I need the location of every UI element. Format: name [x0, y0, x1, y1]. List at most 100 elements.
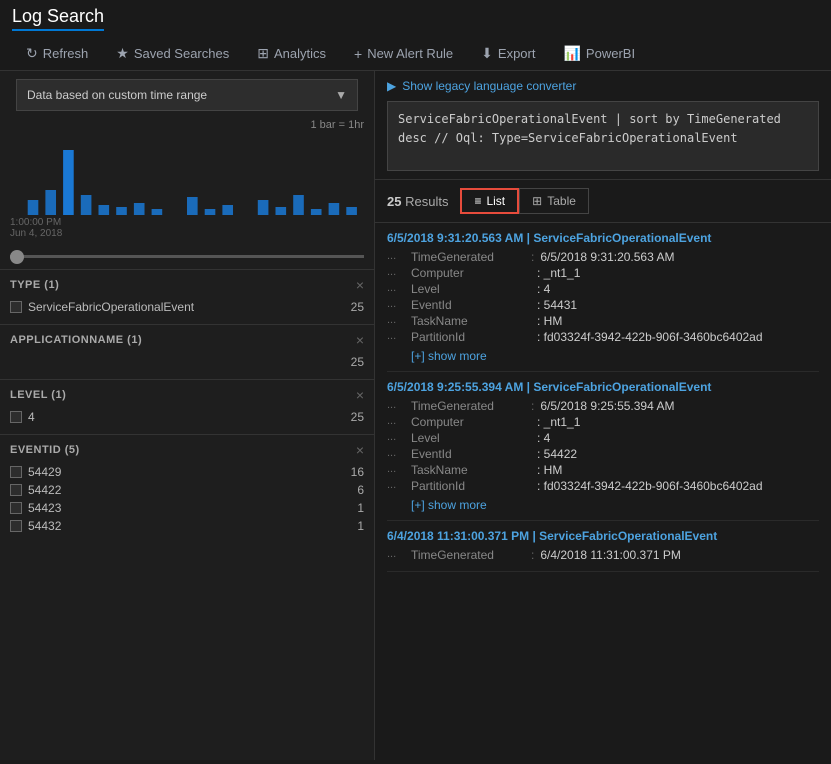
bar-chart [10, 135, 364, 215]
facet-header: EVENTID (5)× [10, 443, 364, 457]
field-value: : HM [537, 463, 562, 477]
field-expand-button[interactable]: ... [387, 415, 407, 427]
view-tabs: ≡ List ⊞ Table [460, 188, 588, 214]
refresh-icon: ↻ [26, 45, 38, 62]
result-item: 6/5/2018 9:25:55.394 AM | ServiceFabricO… [387, 372, 819, 521]
field-expand-button[interactable]: ... [387, 431, 407, 443]
facet-item-name: 54422 [28, 483, 61, 497]
result-field-row: ...Computer: _nt1_1 [387, 265, 819, 281]
export-button[interactable]: ⬇ Export [467, 37, 549, 70]
analytics-icon: ⊞ [257, 45, 269, 62]
table-icon: ⊞ [532, 194, 542, 208]
field-name: TimeGenerated [411, 548, 531, 562]
field-name: Level [411, 431, 531, 445]
chart-container [10, 135, 364, 215]
field-expand-button[interactable]: ... [387, 298, 407, 310]
main-layout: Data based on custom time range ▼ 1 bar … [0, 71, 831, 760]
result-title[interactable]: 6/5/2018 9:25:55.394 AM | ServiceFabricO… [387, 380, 819, 394]
field-separator: : [531, 548, 534, 562]
field-expand-button[interactable]: ... [387, 479, 407, 491]
toolbar: ↻ Refresh ★ Saved Searches ⊞ Analytics +… [12, 37, 819, 70]
result-field-row: ...PartitionId: fd03324f-3942-422b-906f-… [387, 329, 819, 345]
field-expand-button[interactable]: ... [387, 266, 407, 278]
facet-item-name: 54432 [28, 519, 61, 533]
facet-close-button[interactable]: × [356, 388, 364, 402]
analytics-button[interactable]: ⊞ Analytics [243, 37, 340, 70]
field-separator: : [531, 399, 534, 413]
result-title[interactable]: 6/5/2018 9:31:20.563 AM | ServiceFabricO… [387, 231, 819, 245]
result-field-row: ...TaskName: HM [387, 313, 819, 329]
legacy-toggle[interactable]: ▶ Show legacy language converter [387, 79, 819, 93]
facet-item-count: 1 [357, 501, 364, 515]
field-value: 6/4/2018 11:31:00.371 PM [540, 548, 681, 562]
facet-title: LEVEL (1) [10, 389, 66, 401]
field-expand-button[interactable]: ... [387, 463, 407, 475]
facet-item-name: 54429 [28, 465, 61, 479]
chart-x-label: 1:00:00 PM Jun 4, 2018 [10, 217, 364, 239]
field-value: : _nt1_1 [537, 415, 580, 429]
field-value: : 4 [537, 431, 550, 445]
export-icon: ⬇ [481, 45, 493, 62]
field-name: TaskName [411, 314, 531, 328]
facet-section: TYPE (1)×ServiceFabricOperationalEvent25 [0, 269, 374, 324]
left-panel: Data based on custom time range ▼ 1 bar … [0, 71, 375, 760]
result-field-row: ... TimeGenerated: 6/5/2018 9:31:20.563 A… [387, 249, 819, 265]
field-expand-button[interactable]: ... [387, 399, 407, 411]
field-name: Computer [411, 266, 531, 280]
results-list: 6/5/2018 9:31:20.563 AM | ServiceFabricO… [375, 223, 831, 760]
facet-header: LEVEL (1) × [10, 388, 364, 402]
tab-list[interactable]: ≡ List [460, 188, 519, 214]
facet-item-count: 1 [357, 519, 364, 533]
title-bar: Log Search [12, 6, 819, 31]
range-slider-container [0, 243, 374, 265]
facet-row: 425 [10, 408, 364, 426]
field-name: EventId [411, 298, 531, 312]
tab-table[interactable]: ⊞ Table [519, 188, 589, 214]
facet-checkbox[interactable] [10, 520, 22, 532]
time-range-selector[interactable]: Data based on custom time range ▼ [16, 79, 358, 111]
field-name: TimeGenerated [411, 399, 531, 413]
result-field-row: ... Computer : _nt1_1 [387, 414, 819, 430]
facet-row: 544231 [10, 499, 364, 517]
facet-section: LEVEL (1) × 425 [0, 379, 374, 434]
time-range-slider[interactable] [10, 255, 364, 258]
field-expand-button[interactable]: ... [387, 250, 407, 262]
chevron-right-icon: ▶ [387, 79, 396, 93]
facet-checkbox[interactable] [10, 301, 22, 313]
refresh-button[interactable]: ↻ Refresh [12, 37, 102, 70]
facet-close-button[interactable]: × [356, 443, 364, 457]
field-expand-button[interactable]: ... [387, 447, 407, 459]
show-more-link[interactable]: [+] show more [387, 498, 819, 512]
facet-row: ServiceFabricOperationalEvent25 [10, 298, 364, 316]
list-icon: ≡ [474, 194, 481, 208]
facet-checkbox[interactable] [10, 411, 22, 423]
facet-checkbox[interactable] [10, 484, 22, 496]
field-name: TimeGenerated [411, 250, 531, 264]
result-field-row: ... Level : 4 [387, 430, 819, 446]
facet-close-button[interactable]: × [356, 333, 364, 347]
field-expand-button[interactable]: ... [387, 330, 407, 342]
facet-section: APPLICATIONNAME (1)×25 [0, 324, 374, 379]
field-value: : fd03324f-3942-422b-906f-3460bc6402ad [537, 330, 763, 344]
field-expand-button[interactable]: ... [387, 282, 407, 294]
new-alert-button[interactable]: + New Alert Rule [340, 38, 467, 70]
facet-close-button[interactable]: × [356, 278, 364, 292]
saved-searches-button[interactable]: ★ Saved Searches [102, 37, 243, 70]
chart-meta: 1 bar = 1hr [10, 119, 364, 131]
facet-checkbox[interactable] [10, 502, 22, 514]
facet-item-count: 6 [357, 483, 364, 497]
query-box[interactable]: ServiceFabricOperationalEvent | sort by … [387, 101, 819, 171]
field-separator: : [531, 250, 534, 264]
show-more-link[interactable]: [+] show more [387, 349, 819, 363]
facet-item-name: 4 [28, 410, 35, 424]
field-name: Computer [411, 415, 531, 429]
right-panel: ▶ Show legacy language converter Service… [375, 71, 831, 760]
field-value: 6/5/2018 9:31:20.563 AM [540, 250, 674, 264]
field-expand-button[interactable]: ... [387, 314, 407, 326]
facet-checkbox[interactable] [10, 466, 22, 478]
powerbi-button[interactable]: 📊 PowerBI [549, 37, 649, 70]
powerbi-icon: 📊 [563, 45, 580, 62]
field-expand-button[interactable]: ... [387, 548, 407, 560]
result-field-row: ...Level: 4 [387, 281, 819, 297]
result-title[interactable]: 6/4/2018 11:31:00.371 PM | ServiceFabric… [387, 529, 819, 543]
